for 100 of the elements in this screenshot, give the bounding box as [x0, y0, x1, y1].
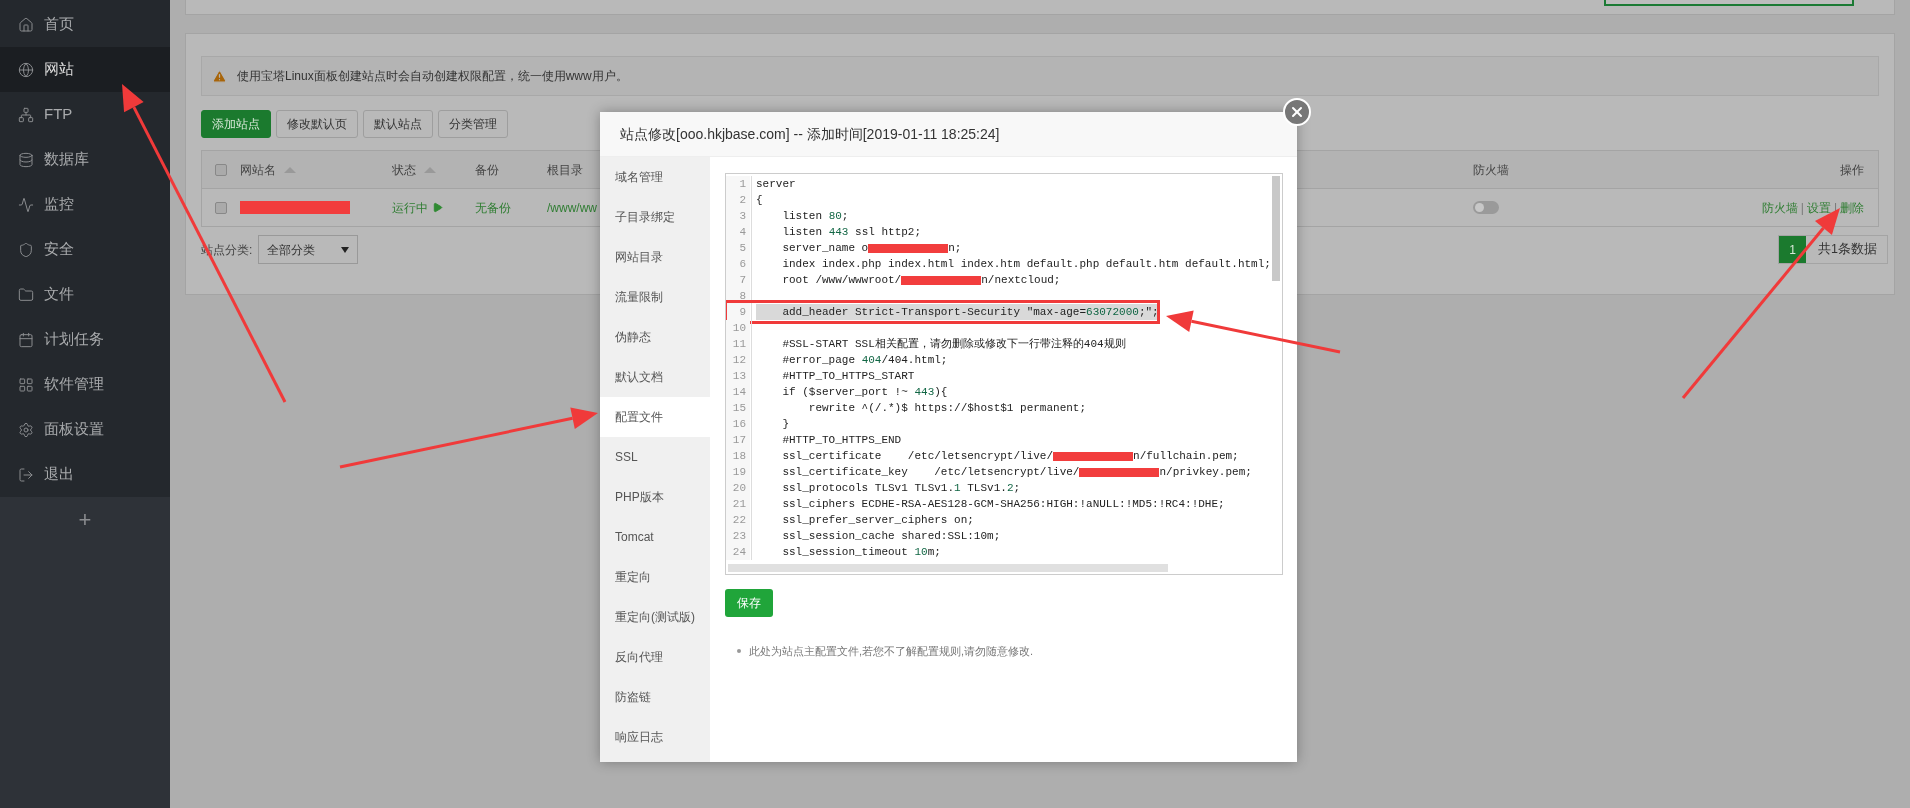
- menu-item[interactable]: 响应日志: [600, 717, 710, 757]
- menu-item[interactable]: SSL: [600, 437, 710, 477]
- line-number: 14: [726, 384, 750, 400]
- line-number: 24: [726, 544, 750, 560]
- menu-item[interactable]: 流量限制: [600, 277, 710, 317]
- code-line: #HTTP_TO_HTTPS_END: [781, 432, 902, 448]
- line-number: 19: [726, 464, 750, 480]
- code-line: ssl_certificate /etc/letsencrypt/live/ n/fullchain.pem;: [781, 448, 1239, 464]
- sidebar-item[interactable]: 退出: [0, 452, 170, 497]
- menu-item[interactable]: 域名管理: [600, 157, 710, 197]
- line-number: 12: [726, 352, 750, 368]
- sidebar-item[interactable]: 计划任务: [0, 317, 170, 362]
- code-line: server: [756, 176, 796, 192]
- line-number: 21: [726, 496, 750, 512]
- line-number: 6: [726, 256, 750, 272]
- code-line: root /www/wwwroot/ n/nextcloud;: [781, 272, 1061, 288]
- line-number: 13: [726, 368, 750, 384]
- database-icon: [18, 151, 34, 168]
- grid-icon: [18, 376, 34, 393]
- line-number: 11: [726, 336, 750, 352]
- sidebar-item[interactable]: 安全: [0, 227, 170, 272]
- total-count: 共1条数据: [1817, 241, 1878, 259]
- code-line: listen 80;: [781, 208, 849, 224]
- firewall-toggle[interactable]: [1473, 201, 1499, 214]
- pulse-icon: [18, 196, 34, 213]
- column-header[interactable]: 根目录: [547, 160, 583, 179]
- menu-item[interactable]: 重定向(测试版): [600, 597, 710, 637]
- code-line: #HTTP_TO_HTTPS_START: [781, 368, 915, 384]
- code-editor[interactable]: [725, 173, 1283, 575]
- code-line: ssl_protocols TLSv1 TLSv1.1 TLSv1.2;: [781, 480, 1021, 496]
- menu-item[interactable]: 防盗链: [600, 677, 710, 717]
- code-line: #error_page 404/404.html;: [781, 352, 948, 368]
- line-number: 1: [726, 176, 750, 192]
- line-number: 4: [726, 224, 750, 240]
- notice-text: 使用宝塔Linux面板创建站点时会自动创建权限配置，统一使用www用户。: [237, 68, 628, 85]
- column-header[interactable]: 备份: [475, 160, 499, 179]
- home-icon: [18, 16, 34, 33]
- checkbox[interactable]: [215, 201, 227, 214]
- logout-icon: [18, 466, 34, 483]
- column-header[interactable]: 状态: [392, 160, 436, 179]
- category-select[interactable]: 全部分类: [258, 235, 359, 264]
- line-number: 5: [726, 240, 750, 256]
- folder-icon: [18, 286, 34, 303]
- column-header[interactable]: 网站名: [240, 160, 296, 179]
- settings-icon: [18, 421, 34, 438]
- sidebar-item[interactable]: 首页: [0, 2, 170, 47]
- column-header[interactable]: 操作: [1840, 160, 1864, 179]
- scrollbar[interactable]: [728, 564, 1168, 572]
- code-line: #SSL-START SSL相关配置，请勿删除或修改下一行带注释的404规则: [781, 336, 1126, 352]
- separator: |: [1800, 199, 1804, 217]
- menu-item[interactable]: PHP版本: [600, 477, 710, 517]
- menu-item[interactable]: 子目录绑定: [600, 197, 710, 237]
- dropdown-caret-icon: [341, 246, 350, 253]
- line-number: 18: [726, 448, 750, 464]
- warning-icon: [212, 68, 227, 84]
- sidebar-item[interactable]: 面板设置: [0, 407, 170, 452]
- close-icon: [1289, 104, 1305, 120]
- play-icon: [432, 202, 443, 213]
- toolbar-button[interactable]: 修改默认页: [276, 110, 358, 138]
- sidebar-item[interactable]: 数据库: [0, 137, 170, 182]
- bullet-icon: [737, 649, 741, 654]
- toolbar-button[interactable]: 默认站点: [363, 110, 433, 138]
- checkbox[interactable]: [215, 163, 227, 176]
- code-line: listen 443 ssl http2;: [781, 224, 922, 240]
- line-number: 20: [726, 480, 750, 496]
- toolbar-button[interactable]: 添加站点: [201, 110, 271, 138]
- code-line: ssl_session_timeout 10m;: [781, 544, 941, 560]
- note-text: 此处为站点主配置文件,若您不了解配置规则,请勿随意修改.: [749, 644, 1034, 659]
- code-line: ssl_prefer_server_ciphers on;: [781, 512, 974, 528]
- code-line: {: [756, 192, 763, 208]
- sidebar-item[interactable]: FTP: [0, 92, 170, 137]
- column-header[interactable]: 防火墙: [1473, 160, 1509, 179]
- menu-item[interactable]: 重定向: [600, 557, 710, 597]
- toolbar-button[interactable]: 分类管理: [438, 110, 508, 138]
- page-button[interactable]: 1: [1779, 236, 1807, 263]
- line-number: 2: [726, 192, 750, 208]
- menu-item[interactable]: 反向代理: [600, 637, 710, 677]
- code-line: }: [781, 416, 789, 432]
- menu-item[interactable]: Tomcat: [600, 517, 710, 557]
- code-line: index index.php index.html index.htm default.php default.htm default.html;: [781, 256, 1271, 272]
- scrollbar[interactable]: [1272, 176, 1280, 281]
- status-text: 运行中: [392, 199, 428, 217]
- line-number: 22: [726, 512, 750, 528]
- add-button[interactable]: +: [78, 503, 92, 536]
- line-number: 3: [726, 208, 750, 224]
- sidebar-item[interactable]: 网站: [0, 47, 170, 92]
- code-line: ssl_certificate_key /etc/letsencrypt/live/ n/privkey.pem;: [781, 464, 1252, 480]
- menu-item[interactable]: 配置文件: [600, 397, 710, 437]
- search-field[interactable]: [1604, 0, 1854, 6]
- globe-icon: [18, 61, 34, 78]
- sidebar-item[interactable]: 监控: [0, 182, 170, 227]
- menu-item[interactable]: 网站目录: [600, 237, 710, 277]
- sidebar-item[interactable]: 文件: [0, 272, 170, 317]
- sidebar-item[interactable]: 软件管理: [0, 362, 170, 407]
- line-number: 23: [726, 528, 750, 544]
- network-icon: [18, 106, 34, 123]
- line-number: 17: [726, 432, 750, 448]
- menu-item[interactable]: 伪静态: [600, 317, 710, 357]
- line-number: 10: [726, 320, 750, 336]
- menu-item[interactable]: 默认文档: [600, 357, 710, 397]
